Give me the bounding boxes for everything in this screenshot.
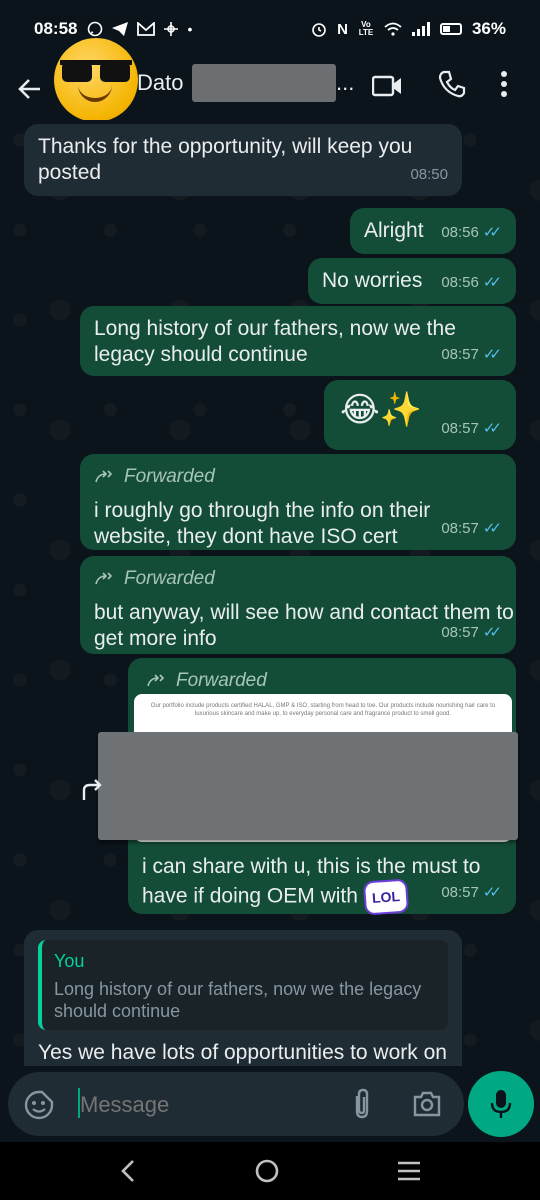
message-bubble-outgoing[interactable]: 😂✨ 08:57 ✓✓ — [324, 380, 516, 450]
system-nav-bar — [0, 1142, 540, 1200]
forward-arrows-icon — [95, 572, 113, 585]
gmail-icon — [137, 22, 156, 36]
message-bubble-reply[interactable]: You Long history of our fathers, now we … — [24, 930, 462, 1068]
preview-text: Our portfolio include products certified… — [150, 703, 496, 717]
forwarded-text: Forwarded — [176, 670, 267, 691]
forwarded-label: Forwarded — [94, 464, 502, 490]
message-bubble-forwarded[interactable]: Forwarded i roughly go through the info … — [80, 454, 516, 550]
time-label: 08:57 — [441, 624, 479, 641]
nav-back-icon[interactable] — [118, 1158, 138, 1184]
volte-icon: Vo LTE — [358, 20, 374, 37]
chat-area[interactable]: Thanks for the opportunity, will keep yo… — [0, 120, 540, 1068]
share-forward-icon[interactable] — [78, 776, 106, 804]
quote-author: You — [54, 951, 85, 971]
app-icon — [164, 22, 179, 36]
time-label: 08:57 — [441, 520, 479, 537]
message-meta: 08:57 ✓✓ — [441, 516, 502, 542]
redacted-name — [192, 64, 336, 102]
more-options-icon[interactable] — [500, 70, 508, 98]
voice-call-icon[interactable] — [438, 70, 466, 98]
message-meta: 08:56 ✓✓ — [441, 220, 502, 246]
message-text: i roughly go through the info on their w… — [94, 499, 431, 548]
forwarded-text: Forwarded — [124, 568, 215, 589]
message-bubble-outgoing[interactable]: No worries 08:56 ✓✓ — [308, 258, 516, 304]
forward-arrows-icon — [95, 470, 113, 483]
arrow-left-icon — [18, 79, 40, 99]
sticker-emoji-icon[interactable] — [24, 1090, 54, 1120]
smile — [78, 84, 112, 102]
forwarded-label: Forwarded — [94, 566, 502, 592]
back-button[interactable] — [0, 58, 60, 120]
time-label: 08:57 — [441, 420, 479, 437]
microphone-icon — [490, 1090, 512, 1118]
voice-record-button[interactable] — [468, 1071, 534, 1137]
time-label: 08:50 — [410, 166, 448, 183]
video-call-icon[interactable] — [372, 74, 402, 98]
message-meta: 08:57 ✓✓ — [441, 620, 502, 646]
message-bubble-outgoing[interactable]: Alright 08:56 ✓✓ — [350, 208, 516, 254]
quoted-message[interactable]: You Long history of our fathers, now we … — [38, 940, 448, 1030]
message-meta: 08:57 ✓✓ — [441, 416, 502, 442]
chat-header: Dato ... — [0, 38, 540, 122]
alarm-icon — [312, 23, 326, 37]
status-time: 08:58 — [34, 19, 78, 38]
camera-icon[interactable] — [412, 1090, 442, 1118]
message-time: 08:50 — [410, 162, 448, 188]
message-bubble-incoming[interactable]: Thanks for the opportunity, will keep yo… — [24, 124, 462, 196]
message-input-container[interactable] — [8, 1072, 464, 1136]
time-label: 08:56 — [441, 274, 479, 291]
time-label: 08:56 — [441, 224, 479, 241]
message-text: i can share with u, this is the must to … — [142, 855, 481, 908]
message-meta: 08:57 ✓✓ — [441, 880, 502, 906]
message-text: Yes we have lots of opportunities to wor… — [38, 1041, 447, 1068]
sunglasses-icon — [60, 60, 132, 82]
message-input[interactable] — [80, 1092, 330, 1118]
battery-icon — [439, 23, 462, 35]
message-text: Long history of our fathers, now we the … — [94, 317, 456, 366]
read-ticks-icon: ✓✓ — [482, 274, 502, 291]
signal-icon — [411, 22, 430, 36]
read-ticks-icon: ✓✓ — [482, 624, 502, 641]
more-notifications-dot: • — [187, 21, 193, 37]
battery-percent: 36% — [471, 19, 506, 38]
quote-text: Long history of our fathers, now we the … — [54, 979, 422, 1021]
forwarded-text: Forwarded — [124, 466, 215, 487]
wifi-icon — [384, 22, 402, 36]
time-label: 08:57 — [441, 346, 479, 363]
nav-home-icon[interactable] — [254, 1158, 280, 1184]
redacted-image — [98, 732, 518, 840]
time-label: 08:57 — [441, 884, 479, 901]
notification-icons: • — [87, 21, 192, 37]
message-meta: 08:56 ✓✓ — [441, 270, 502, 296]
whatsapp-icon — [88, 21, 103, 37]
name-ellipsis: ... — [336, 70, 355, 95]
telegram-icon — [112, 22, 129, 36]
forwarded-label: Forwarded — [142, 668, 502, 694]
read-ticks-icon: ✓✓ — [482, 346, 502, 363]
message-meta: 08:57 ✓✓ — [441, 342, 502, 368]
message-bubble-forwarded[interactable]: Forwarded but anyway, will see how and c… — [80, 556, 516, 654]
message-bubble-outgoing[interactable]: Long history of our fathers, now we the … — [80, 306, 516, 376]
read-ticks-icon: ✓✓ — [482, 420, 502, 437]
lol-sticker: LOL — [362, 878, 409, 916]
nav-recents-icon[interactable] — [396, 1160, 422, 1182]
avatar[interactable] — [54, 38, 138, 122]
contact-name[interactable]: Dato — [137, 70, 183, 96]
compose-bar — [0, 1068, 540, 1142]
nfc-icon: N — [337, 20, 348, 38]
forward-arrows-icon — [147, 674, 165, 687]
read-ticks-icon: ✓✓ — [482, 224, 502, 241]
read-ticks-icon: ✓✓ — [482, 520, 502, 537]
message-text: Thanks for the opportunity, will keep yo… — [38, 135, 413, 184]
read-ticks-icon: ✓✓ — [482, 884, 502, 901]
attach-icon[interactable] — [350, 1088, 374, 1120]
